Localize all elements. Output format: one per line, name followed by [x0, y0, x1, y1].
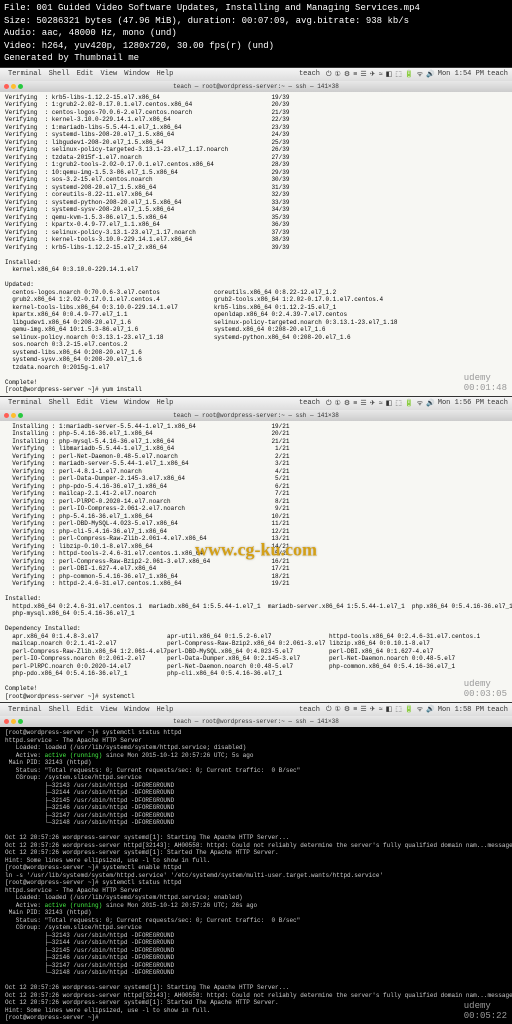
menu-help[interactable]: Help [156, 706, 173, 714]
status-icons: ⏻①⚙≡☰ ✈≈ ◧⬚🔋ᯤ🔊 [323, 399, 435, 408]
video-metadata: File: 001 Guided Video Software Updates,… [0, 0, 512, 67]
status-icon[interactable]: ≡ [353, 71, 357, 79]
udemy-badge: udemy00:03:05 [464, 679, 507, 699]
menubar-items: Terminal Shell Edit View Window Help [8, 706, 180, 714]
watermark: www.cg-ku.com [195, 539, 317, 560]
teach-label-2: teach [487, 70, 508, 78]
menu-help[interactable]: Help [156, 399, 173, 407]
menu-edit[interactable]: Edit [77, 399, 94, 407]
menu-terminal[interactable]: Terminal [8, 70, 42, 78]
status-icon[interactable]: 🔋 [405, 400, 414, 408]
status-icon[interactable]: ≡ [353, 400, 357, 408]
status-icons: ⏻①⚙≡☰ ✈≈ ◧⬚🔋ᯤ🔊 [323, 70, 435, 79]
menubar-right: teach ⏻①⚙≡☰ ✈≈ ◧⬚🔋ᯤ🔊 Mon 1:54 PM teach [296, 70, 508, 79]
menubar-items: Terminal Shell Edit View Window Help [8, 399, 180, 407]
meta-gen: Generated by Thumbnail me [4, 52, 508, 65]
status-icon[interactable]: ᯤ [417, 71, 423, 79]
menu-shell[interactable]: Shell [49, 706, 70, 714]
status-icon[interactable]: ⬚ [395, 400, 402, 408]
menu-terminal[interactable]: Terminal [8, 399, 42, 407]
window-titlebar: teach — root@wordpress-server:~ — ssh — … [0, 410, 512, 421]
status-icon[interactable]: ✈ [370, 706, 376, 714]
status-icons: ⏻①⚙≡☰ ✈≈ ◧⬚🔋ᯤ🔊 [323, 705, 435, 714]
terminal-output[interactable]: Installing : 1:mariadb-server-5.5.44-1.e… [0, 421, 512, 703]
window-controls[interactable] [4, 84, 25, 89]
status-icon[interactable]: ☰ [360, 400, 366, 408]
meta-audio: Audio: aac, 48000 Hz, mono (und) [4, 27, 508, 40]
menu-shell[interactable]: Shell [49, 70, 70, 78]
menu-window[interactable]: Window [124, 706, 149, 714]
menu-window[interactable]: Window [124, 399, 149, 407]
clock: Mon 1:56 PM [438, 399, 484, 407]
status-icon[interactable]: ① [335, 400, 341, 408]
macos-menubar: Terminal Shell Edit View Window Help teach ⏻①… [0, 68, 512, 81]
status-icon[interactable]: ⬚ [395, 706, 402, 714]
status-icon[interactable]: ᯤ [417, 400, 423, 408]
status-icon[interactable]: ≡ [353, 706, 357, 714]
menu-edit[interactable]: Edit [77, 706, 94, 714]
udemy-badge: udemy00:01:48 [464, 373, 507, 393]
status-icon[interactable]: 🔊 [426, 400, 435, 408]
status-icon[interactable]: 🔊 [426, 71, 435, 79]
menu-edit[interactable]: Edit [77, 70, 94, 78]
status-icon[interactable]: ⚙ [344, 400, 350, 408]
status-icon[interactable]: ◧ [386, 400, 393, 408]
window-controls[interactable] [4, 719, 25, 724]
menu-window[interactable]: Window [124, 70, 149, 78]
thumbnail-pane-3: TerminalShellEditViewWindowHelp teach ⏻①… [0, 702, 512, 1024]
window-titlebar: teach — root@wordpress-server:~ — ssh — … [0, 716, 512, 727]
status-icon[interactable]: ☰ [360, 71, 366, 79]
status-icon[interactable]: ⏻ [326, 71, 332, 79]
clock: Mon 1:54 PM [438, 70, 484, 78]
udemy-badge: udemy00:05:22 [464, 1001, 507, 1021]
status-icon[interactable]: ᯤ [417, 706, 423, 714]
teach-label: teach [299, 70, 320, 78]
menu-view[interactable]: View [100, 706, 117, 714]
meta-file: File: 001 Guided Video Software Updates,… [4, 2, 508, 15]
status-icon[interactable]: 🔊 [426, 706, 435, 714]
meta-size: Size: 50286321 bytes (47.96 MiB), durati… [4, 15, 508, 28]
terminal-output[interactable]: [root@wordpress-server ~]# systemctl sta… [0, 727, 512, 1024]
menu-view[interactable]: View [100, 399, 117, 407]
status-icon[interactable]: 🔋 [405, 71, 414, 79]
meta-video: Video: h264, yuv420p, 1280x720, 30.00 fp… [4, 40, 508, 53]
thumbnail-pane-1: Terminal Shell Edit View Window Help teach ⏻①… [0, 67, 512, 396]
status-icon[interactable]: ≈ [378, 706, 382, 714]
status-icon[interactable]: ⚙ [344, 71, 350, 79]
menu-help[interactable]: Help [156, 70, 173, 78]
terminal-output[interactable]: Verifying : krb5-libs-1.12.2-15.el7.x86_… [0, 92, 512, 396]
status-icon[interactable]: ☰ [360, 706, 366, 714]
clock: Mon 1:58 PM [438, 706, 484, 714]
window-controls[interactable] [4, 413, 25, 418]
status-icon[interactable]: ≈ [378, 400, 382, 408]
status-icon[interactable]: 🔋 [405, 706, 414, 714]
status-icon[interactable]: ⏻ [326, 400, 332, 408]
status-icon[interactable]: ⬚ [395, 71, 402, 79]
status-icon[interactable]: ⏻ [326, 706, 332, 714]
status-icon[interactable]: ① [335, 71, 341, 79]
status-icon[interactable]: ✈ [370, 71, 376, 79]
menu-terminal[interactable]: Terminal [8, 706, 42, 714]
status-icon[interactable]: ⚙ [344, 706, 350, 714]
menubar-items: Terminal Shell Edit View Window Help [8, 70, 180, 78]
macos-menubar: TerminalShellEditViewWindowHelp teach ⏻①… [0, 703, 512, 716]
status-icon[interactable]: ◧ [386, 71, 393, 79]
thumbnail-pane-2: TerminalShellEditViewWindowHelp teach ⏻①… [0, 396, 512, 703]
window-title: teach — root@wordpress-server:~ — ssh — … [173, 83, 339, 90]
menu-view[interactable]: View [100, 70, 117, 78]
status-icon[interactable]: ✈ [370, 400, 376, 408]
status-icon[interactable]: ◧ [386, 706, 393, 714]
window-titlebar: teach — root@wordpress-server:~ — ssh — … [0, 81, 512, 92]
menu-shell[interactable]: Shell [49, 399, 70, 407]
status-icon[interactable]: ≈ [378, 71, 382, 79]
macos-menubar: TerminalShellEditViewWindowHelp teach ⏻①… [0, 397, 512, 410]
status-icon[interactable]: ① [335, 706, 341, 714]
